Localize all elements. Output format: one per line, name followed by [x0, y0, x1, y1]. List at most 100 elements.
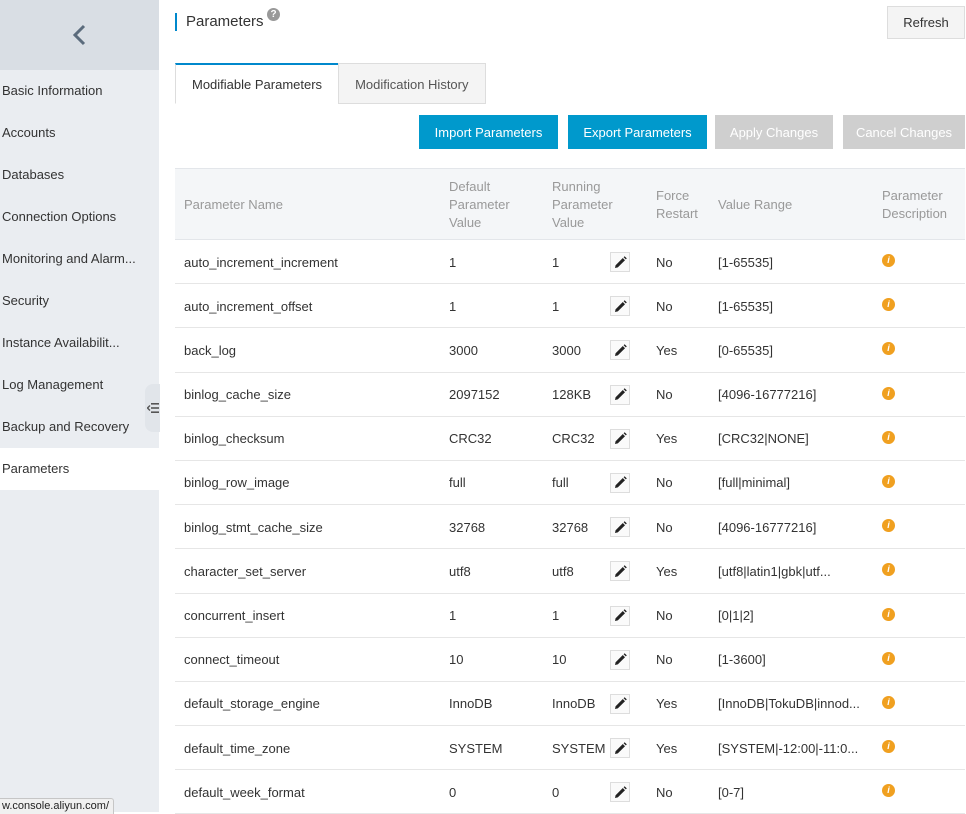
sidebar-item-security[interactable]: Security: [0, 280, 159, 322]
cancel-changes-button[interactable]: Cancel Changes: [843, 115, 965, 149]
cell-parameter-name: binlog_cache_size: [184, 387, 291, 403]
cell-parameter-name: back_log: [184, 342, 237, 358]
header-force-restart: Force Restart: [656, 188, 698, 221]
sidebar-item-basic-information[interactable]: Basic Information: [0, 70, 159, 112]
info-icon[interactable]: i: [882, 563, 895, 577]
cell-default-value: 2097152: [449, 387, 500, 403]
table-row: default_storage_engine InnoDB InnoDB Yes [In…: [175, 682, 965, 727]
info-icon[interactable]: i: [882, 430, 895, 444]
apply-changes-button[interactable]: Apply Changes: [715, 115, 833, 149]
refresh-button[interactable]: Refresh: [887, 6, 965, 39]
edit-running-value-button[interactable]: [610, 384, 630, 405]
cell-value-range: [utf8|latin1|gbk|utf...: [718, 563, 831, 579]
table-row: binlog_cache_size 2097152 128KB No [4096-167…: [175, 373, 965, 417]
pencil-icon: [614, 344, 627, 356]
cell-parameter-name: binlog_row_image: [184, 475, 290, 491]
cell-default-value: CRC32: [449, 431, 492, 447]
edit-running-value-button[interactable]: [610, 605, 630, 626]
cell-force-restart: No: [656, 608, 673, 623]
edit-running-value-button[interactable]: [610, 561, 630, 582]
info-icon[interactable]: i: [882, 607, 895, 621]
back-button[interactable]: [0, 0, 159, 70]
cell-running-value: 1: [552, 298, 560, 314]
sidebar-item-backup-and-recovery[interactable]: Backup and Recovery: [0, 406, 159, 448]
cell-force-restart: No: [656, 298, 673, 314]
sidebar-item-connection-options[interactable]: Connection Options: [0, 196, 159, 238]
import-parameters-button[interactable]: Import Parameters: [419, 115, 558, 149]
info-icon[interactable]: i: [882, 386, 895, 400]
edit-running-value-button[interactable]: [610, 428, 630, 449]
cell-parameter-name: default_time_zone: [184, 740, 291, 756]
cell-default-value: utf8: [449, 563, 471, 579]
cell-running-value: 1: [552, 608, 560, 623]
cell-running-value: InnoDB: [552, 696, 596, 712]
sidebar-collapse-handle[interactable]: [145, 384, 160, 432]
sidebar-item-instance-availabilit[interactable]: Instance Availabilit...: [0, 322, 159, 364]
cell-value-range: [full|minimal]: [718, 475, 791, 491]
cell-default-value: 1: [449, 608, 457, 623]
table-row: default_time_zone SYSTEM SYSTEM Yes [SYSTEM|…: [175, 726, 965, 771]
info-icon[interactable]: i: [882, 651, 895, 665]
cell-running-value: 3000: [552, 342, 581, 358]
sidebar-item-databases[interactable]: Databases: [0, 154, 159, 196]
edit-running-value-button[interactable]: [610, 296, 630, 317]
info-icon[interactable]: i: [882, 298, 895, 312]
sidebar-nav: Basic Information Accounts Databases Connec…: [0, 70, 159, 490]
table-row: binlog_stmt_cache_size 32768 32768 No [4096-…: [175, 505, 965, 550]
edit-running-value-button[interactable]: [610, 693, 630, 714]
info-icon[interactable]: i: [882, 342, 895, 356]
table-row: connect_timeout 10 10 No [1-3600] i: [175, 638, 965, 682]
pencil-icon: [614, 520, 627, 533]
header-parameter-description: Parameter Description: [882, 188, 948, 221]
cell-value-range: [4096-16777216]: [718, 519, 817, 535]
pencil-icon: [614, 299, 627, 312]
sidebar-item-log-management[interactable]: Log Management: [0, 364, 159, 406]
info-icon[interactable]: i: [882, 474, 895, 488]
edit-running-value-button[interactable]: [610, 649, 630, 670]
cell-force-restart: No: [656, 652, 673, 668]
header-parameter-name: Parameter Name: [184, 197, 283, 212]
table-row: back_log 3000 3000 Yes [0-65535] i: [175, 328, 965, 373]
info-icon[interactable]: i: [882, 784, 895, 798]
info-icon[interactable]: i: [882, 740, 895, 754]
edit-running-value-button[interactable]: [610, 252, 630, 272]
edit-running-value-button[interactable]: [610, 738, 630, 759]
pencil-icon: [614, 255, 627, 268]
cell-force-restart: Yes: [656, 563, 678, 579]
table-row: character_set_server utf8 utf8 Yes [utf8|lat…: [175, 549, 965, 594]
main-content: Parameters ? Refresh Modifiable Paramete…: [159, 0, 966, 814]
table-row: auto_increment_increment 1 1 No [1-65535] i: [175, 240, 965, 285]
cell-default-value: SYSTEM: [449, 740, 503, 756]
tab-modification-history[interactable]: Modification History: [338, 63, 486, 104]
cell-force-restart: No: [656, 519, 673, 535]
cell-force-restart: Yes: [656, 431, 678, 447]
sidebar-item-accounts[interactable]: Accounts: [0, 112, 159, 154]
cell-running-value: 1: [552, 254, 560, 270]
sidebar-item-monitoring-and-alarm[interactable]: Monitoring and Alarm...: [0, 238, 159, 280]
pencil-icon: [614, 741, 627, 754]
pencil-icon: [614, 388, 627, 401]
cell-force-restart: Yes: [656, 740, 678, 756]
edit-running-value-button[interactable]: [610, 782, 630, 803]
parameters-table: Parameter Name Default Parameter Value R…: [175, 168, 965, 814]
help-icon[interactable]: ?: [267, 8, 280, 21]
cell-default-value: 0: [449, 784, 457, 800]
export-parameters-button[interactable]: Export Parameters: [568, 115, 707, 149]
info-icon[interactable]: i: [882, 695, 895, 709]
cell-running-value: full: [552, 475, 569, 491]
cell-running-value: 10: [552, 652, 567, 668]
sidebar-item-parameters[interactable]: Parameters: [0, 448, 159, 490]
table-header: Parameter Name Default Parameter Value R…: [175, 168, 965, 240]
cell-parameter-name: character_set_server: [184, 563, 307, 579]
cell-parameter-name: binlog_stmt_cache_size: [184, 519, 323, 535]
edit-running-value-button[interactable]: [610, 340, 630, 361]
cell-running-value: 32768: [552, 519, 589, 535]
cell-value-range: [1-65535]: [718, 298, 773, 314]
edit-running-value-button[interactable]: [610, 472, 630, 493]
edit-running-value-button[interactable]: [610, 517, 630, 538]
cell-default-value: 1: [449, 298, 457, 314]
info-icon[interactable]: i: [882, 254, 895, 267]
header-default-value: Default Parameter Value: [449, 179, 510, 230]
tab-modifiable-parameters[interactable]: Modifiable Parameters: [175, 63, 340, 104]
info-icon[interactable]: i: [882, 519, 895, 533]
